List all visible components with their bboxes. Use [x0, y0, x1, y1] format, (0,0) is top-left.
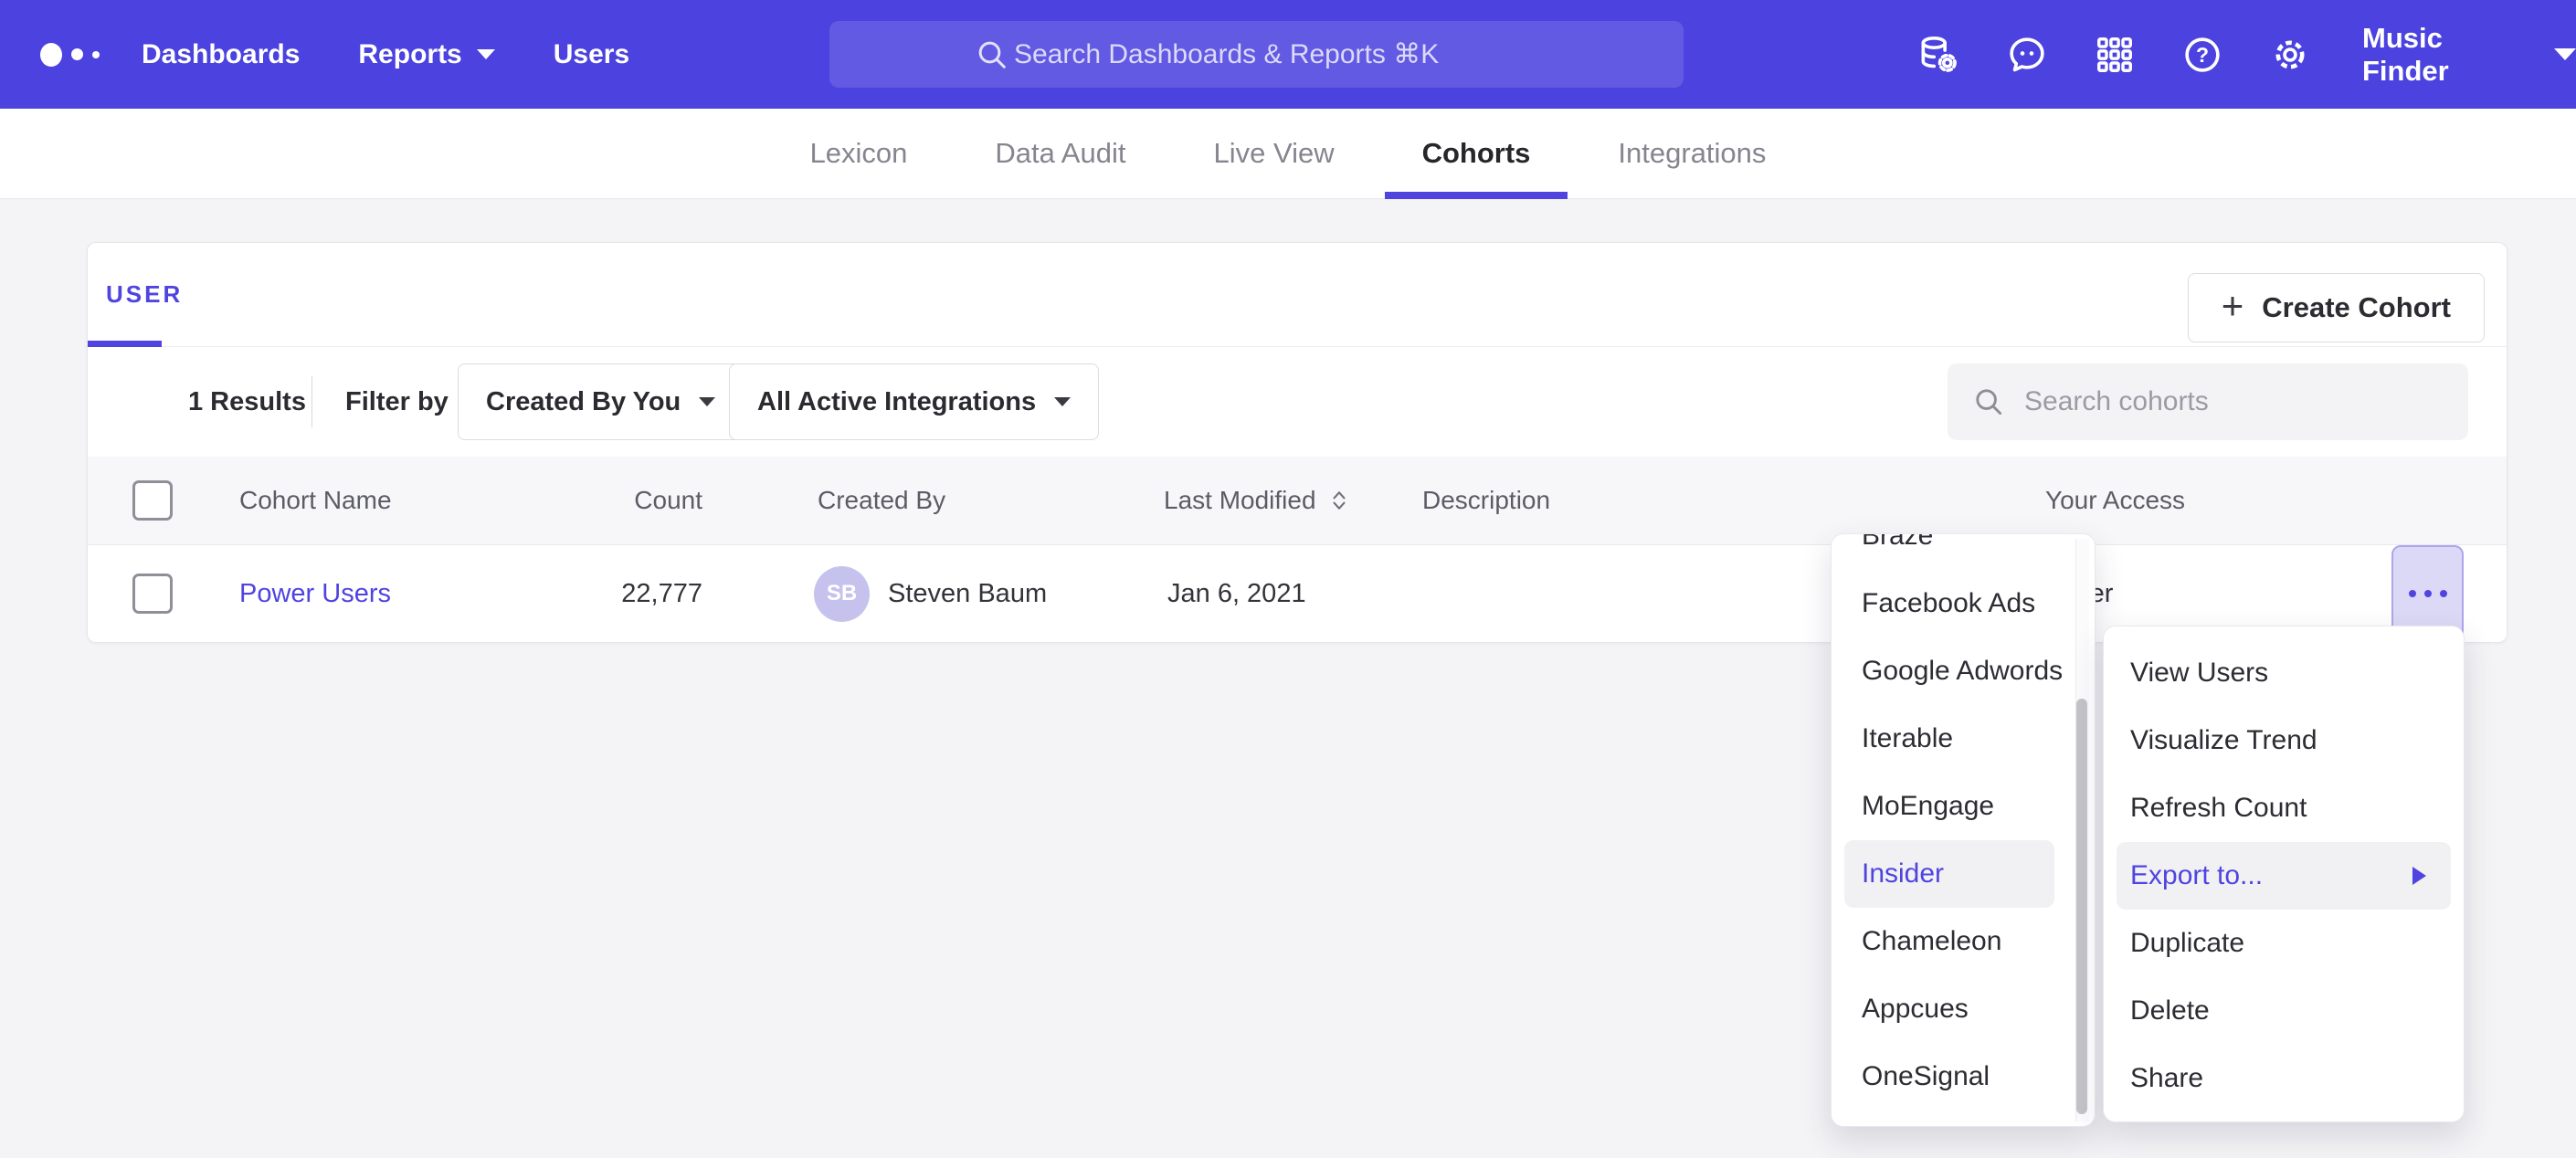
plus-icon: +	[2222, 287, 2244, 325]
secondary-tabs: Lexicon Data Audit Live View Cohorts Integra…	[0, 109, 2576, 199]
tab-lexicon[interactable]: Lexicon	[810, 109, 908, 199]
apps-grid-icon[interactable]	[2094, 34, 2136, 76]
export-submenu-list: BrazeFacebook AdsGoogle AdwordsIterableM…	[1832, 533, 2095, 1111]
col-cohort-name: Cohort Name	[239, 457, 392, 544]
menu-item-label: Export to...	[2130, 860, 2263, 891]
nav-reports[interactable]: Reports	[358, 39, 494, 70]
menu-item-label: View Users	[2130, 658, 2268, 689]
select-all-checkbox[interactable]	[132, 480, 173, 521]
created-by-name: Steven Baum	[888, 579, 1047, 609]
dot-icon	[2424, 590, 2432, 597]
table-header: Cohort Name Count Created By Last Modifi…	[88, 457, 2507, 545]
menu-item-insider[interactable]: Insider	[1844, 840, 2054, 908]
search-icon	[974, 37, 1010, 73]
menu-item-view-users[interactable]: View Users	[2104, 639, 2464, 707]
export-submenu: BrazeFacebook AdsGoogle AdwordsIterableM…	[1831, 533, 2096, 1127]
primary-nav: Dashboards Reports Users	[142, 0, 629, 109]
menu-item-label: Refresh Count	[2130, 793, 2307, 824]
integrations-filter[interactable]: All Active Integrations	[729, 363, 1099, 440]
menu-item-iterable[interactable]: Iterable	[1832, 705, 2095, 773]
avatar: SB	[814, 566, 870, 622]
menu-item-share[interactable]: Share	[2104, 1045, 2464, 1112]
cohorts-card: USER + Create Cohort 1 Results Filter by…	[87, 242, 2507, 643]
cohort-type-row: USER + Create Cohort	[88, 243, 2507, 347]
menu-item-label: Visualize Trend	[2130, 725, 2317, 756]
chevron-down-icon	[699, 397, 715, 406]
create-cohort-button[interactable]: + Create Cohort	[2188, 273, 2485, 342]
dot-icon	[2440, 590, 2447, 597]
menu-item-duplicate[interactable]: Duplicate	[2104, 910, 2464, 977]
help-icon[interactable]: ?	[2181, 34, 2223, 76]
last-modified-value: Jan 6, 2021	[1167, 545, 1306, 642]
col-last-modified-sort[interactable]: Last Modified	[1164, 457, 1349, 544]
cohort-search[interactable]	[1948, 363, 2468, 440]
menu-item-google-adwords[interactable]: Google Adwords	[1832, 637, 2095, 705]
menu-item-refresh-count[interactable]: Refresh Count	[2104, 774, 2464, 842]
search-icon	[1971, 384, 2006, 419]
menu-item-delete[interactable]: Delete	[2104, 977, 2464, 1045]
nav-dashboards[interactable]: Dashboards	[142, 39, 300, 70]
row-context-menu: View Users Visualize Trend Refresh Count Ex…	[2103, 626, 2465, 1122]
mixpanel-logo-icon[interactable]	[40, 43, 100, 67]
col-created-by: Created By	[818, 457, 945, 544]
menu-item-chameleon[interactable]: Chameleon	[1832, 908, 2095, 975]
col-description: Description	[1422, 457, 1550, 544]
chevron-down-icon	[2554, 48, 2576, 60]
menu-item-label: Share	[2130, 1063, 2203, 1094]
tab-cohorts[interactable]: Cohorts	[1422, 109, 1531, 199]
menu-item-visualize-trend[interactable]: Visualize Trend	[2104, 707, 2464, 774]
tab-data-audit[interactable]: Data Audit	[995, 109, 1125, 199]
menu-item-facebook-ads[interactable]: Facebook Ads	[1832, 570, 2095, 637]
top-navbar: Dashboards Reports Users	[0, 0, 2576, 109]
menu-item-label: Delete	[2130, 995, 2210, 1026]
filter-row: 1 Results Filter by Created By You All A…	[88, 347, 2507, 457]
menu-item-braze[interactable]: Braze	[1832, 533, 2095, 570]
cohort-name-link[interactable]: Power Users	[239, 579, 391, 609]
cohort-search-input[interactable]	[2024, 386, 2426, 417]
svg-text:?: ?	[2196, 43, 2209, 67]
menu-item-export-to[interactable]: Export to...	[2117, 842, 2451, 910]
menu-item-appcues[interactable]: Appcues	[1832, 975, 2095, 1043]
scrollbar-thumb[interactable]	[2076, 699, 2087, 1114]
menu-item-onesignal[interactable]: OneSignal	[1832, 1043, 2095, 1111]
submenu-arrow-icon	[2412, 867, 2426, 885]
global-search-input[interactable]	[1014, 39, 1539, 70]
col-your-access: Your Access	[2045, 457, 2185, 544]
menu-item-moengage[interactable]: MoEngage	[1832, 773, 2095, 840]
results-count: 1 Results	[188, 347, 306, 457]
data-management-icon[interactable]	[1918, 34, 1960, 76]
navbar-icons: ?	[1918, 0, 2311, 109]
active-tab-underline	[88, 341, 162, 347]
created-by-filter[interactable]: Created By You	[458, 363, 744, 440]
created-by-cell: SB Steven Baum	[814, 545, 1047, 642]
tab-integrations[interactable]: Integrations	[1618, 109, 1766, 199]
col-count: Count	[526, 457, 702, 544]
global-search[interactable]	[829, 21, 1684, 88]
chevron-down-icon	[1054, 397, 1071, 406]
sort-icon	[1329, 489, 1349, 512]
row-checkbox[interactable]	[132, 574, 173, 614]
nav-users[interactable]: Users	[554, 39, 629, 70]
dot-icon	[2409, 590, 2416, 597]
tab-live-view[interactable]: Live View	[1213, 109, 1334, 199]
tab-user[interactable]: USER	[106, 243, 183, 346]
divider	[311, 376, 312, 427]
project-name: Music Finder	[2362, 22, 2534, 88]
menu-item-label: Duplicate	[2130, 928, 2244, 959]
project-switcher[interactable]: Music Finder	[2362, 0, 2576, 109]
filter-by-label: Filter by	[345, 347, 449, 457]
cohort-count: 22,777	[526, 545, 702, 642]
feedback-icon[interactable]	[2006, 34, 2048, 76]
settings-gear-icon[interactable]	[2269, 34, 2311, 76]
chevron-down-icon	[477, 49, 495, 59]
